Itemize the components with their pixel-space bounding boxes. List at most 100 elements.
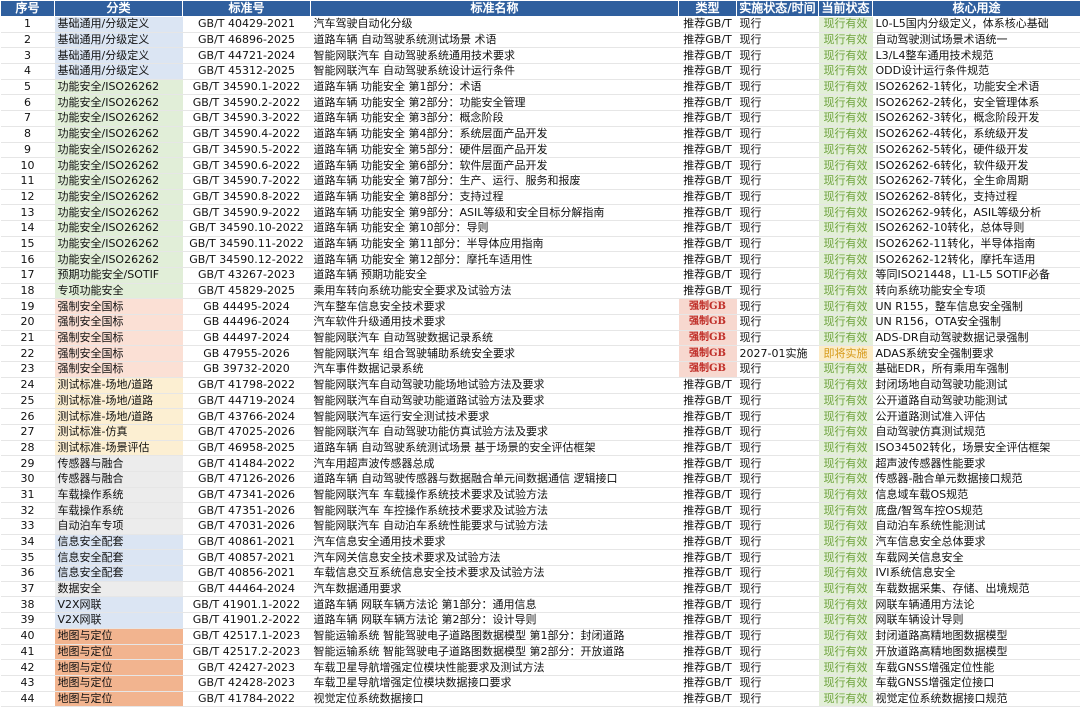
type-cell: 推荐GB/T	[679, 628, 737, 644]
table-row[interactable]: 40地图与定位GB/T 42517.1-2023智能运输系统 智能驾驶电子道路图…	[1, 628, 1080, 644]
table-row[interactable]: 17预期功能安全/SOTIFGB/T 43267-2023道路车辆 预期功能安全…	[1, 268, 1080, 284]
implementation-cell: 现行	[737, 330, 819, 346]
standard-name-cell: 智能网联汽车 车控操作系统技术要求及试验方法	[311, 503, 679, 519]
status-cell: 现行有效	[819, 142, 873, 158]
table-row[interactable]: 21强制安全国标GB 44497-2024智能网联汽车 自动驾驶数据记录系统强制…	[1, 330, 1080, 346]
header-status[interactable]: 当前状态	[819, 1, 873, 17]
row-number-cell: 31	[1, 487, 55, 503]
table-row[interactable]: 14功能安全/ISO26262GB/T 34590.10-2022道路车辆 功能…	[1, 220, 1080, 236]
standard-code-cell: GB 44496-2024	[183, 315, 311, 331]
standard-code-cell: GB/T 42428-2023	[183, 675, 311, 691]
core-use-cell: 汽车信息安全总体要求	[873, 534, 1080, 550]
table-row[interactable]: 2基础通用/分级定义GB/T 46896-2025道路车辆 自动驾驶系统测试场景…	[1, 32, 1080, 48]
standard-name-cell: 道路车辆 功能安全 第6部分：软件层面产品开发	[311, 158, 679, 174]
table-row[interactable]: 41地图与定位GB/T 42517.2-2023智能运输系统 智能驾驶电子道路图…	[1, 644, 1080, 660]
type-cell: 推荐GB/T	[679, 534, 737, 550]
table-row[interactable]: 38V2X网联GB/T 41901.1-2022道路车辆 网联车辆方法论 第1部…	[1, 597, 1080, 613]
header-type[interactable]: 类型	[679, 1, 737, 17]
type-cell: 强制GB	[679, 362, 737, 378]
table-row[interactable]: 18专项功能安全GB/T 45829-2025乘用车转向系统功能安全要求及试验方…	[1, 283, 1080, 299]
status-cell: 现行有效	[819, 660, 873, 676]
header-category[interactable]: 分类	[55, 1, 183, 17]
table-row[interactable]: 15功能安全/ISO26262GB/T 34590.11-2022道路车辆 功能…	[1, 236, 1080, 252]
table-row[interactable]: 4基础通用/分级定义GB/T 45312-2025智能网联汽车 自动驾驶系统设计…	[1, 64, 1080, 80]
table-row[interactable]: 8功能安全/ISO26262GB/T 34590.4-2022道路车辆 功能安全…	[1, 126, 1080, 142]
table-row[interactable]: 24测试标准-场地/道路GB/T 41798-2022智能网联汽车自动驾驶功能场…	[1, 377, 1080, 393]
table-row[interactable]: 10功能安全/ISO26262GB/T 34590.6-2022道路车辆 功能安…	[1, 158, 1080, 174]
table-row[interactable]: 25测试标准-场地/道路GB/T 44719-2024智能网联汽车自动驾驶功能道…	[1, 393, 1080, 409]
core-use-cell: 自动驾驶测试场景术语统一	[873, 32, 1080, 48]
row-number-cell: 20	[1, 315, 55, 331]
category-cell: 信息安全配套	[55, 534, 183, 550]
table-row[interactable]: 22强制安全国标GB 47955-2026智能网联汽车 组合驾驶辅助系统安全要求…	[1, 346, 1080, 362]
category-cell: 基础通用/分级定义	[55, 48, 183, 64]
status-cell: 现行有效	[819, 252, 873, 268]
standard-code-cell: GB 39732-2020	[183, 362, 311, 378]
row-number-cell: 32	[1, 503, 55, 519]
table-row[interactable]: 44地图与定位GB/T 41784-2022视觉定位系统数据接口推荐GB/T现行…	[1, 691, 1080, 707]
implementation-cell: 现行	[737, 675, 819, 691]
standard-name-cell: 智能网联汽车 自动泊车系统性能要求与试验方法	[311, 519, 679, 535]
table-row[interactable]: 42地图与定位GB/T 42427-2023车载卫星导航增强定位模块性能要求及测…	[1, 660, 1080, 676]
table-row[interactable]: 29传感器与融合GB/T 41484-2022汽车用超声波传感器总成推荐GB/T…	[1, 456, 1080, 472]
table-row[interactable]: 30传感器与融合GB/T 47126-2026道路车辆 自动驾驶传感器与数据融合…	[1, 471, 1080, 487]
category-cell: 测试标准-场地/道路	[55, 377, 183, 393]
type-cell: 推荐GB/T	[679, 32, 737, 48]
table-row[interactable]: 31车载操作系统GB/T 47341-2026智能网联汽车 车载操作系统技术要求…	[1, 487, 1080, 503]
core-use-cell: IVI系统信息安全	[873, 566, 1080, 582]
type-cell: 强制GB	[679, 315, 737, 331]
table-row[interactable]: 1基础通用/分级定义GB/T 40429-2021汽车驾驶自动化分级推荐GB/T…	[1, 17, 1080, 33]
table-row[interactable]: 26测试标准-场地/道路GB/T 43766-2024智能网联汽车运行安全测试技…	[1, 409, 1080, 425]
status-cell: 现行有效	[819, 111, 873, 127]
implementation-cell: 现行	[737, 393, 819, 409]
implementation-cell: 现行	[737, 252, 819, 268]
status-cell: 现行有效	[819, 377, 873, 393]
table-row[interactable]: 34信息安全配套GB/T 40861-2021汽车信息安全通用技术要求推荐GB/…	[1, 534, 1080, 550]
table-row[interactable]: 12功能安全/ISO26262GB/T 34590.8-2022道路车辆 功能安…	[1, 189, 1080, 205]
core-use-cell: 超声波传感器性能要求	[873, 456, 1080, 472]
standard-code-cell: GB/T 34590.8-2022	[183, 189, 311, 205]
category-cell: 功能安全/ISO26262	[55, 111, 183, 127]
row-number-cell: 14	[1, 220, 55, 236]
table-row[interactable]: 27测试标准-仿真GB/T 47025-2026智能网联汽车 自动驾驶功能仿真试…	[1, 424, 1080, 440]
row-number-cell: 25	[1, 393, 55, 409]
table-row[interactable]: 28测试标准-场景评估GB/T 46958-2025道路车辆 自动驾驶系统测试场…	[1, 440, 1080, 456]
standard-name-cell: 道路车辆 功能安全 第5部分：硬件层面产品开发	[311, 142, 679, 158]
table-row[interactable]: 6功能安全/ISO26262GB/T 34590.2-2022道路车辆 功能安全…	[1, 95, 1080, 111]
table-row[interactable]: 32车载操作系统GB/T 47351-2026智能网联汽车 车控操作系统技术要求…	[1, 503, 1080, 519]
row-number-cell: 18	[1, 283, 55, 299]
category-cell: V2X网联	[55, 597, 183, 613]
table-row[interactable]: 37数据安全GB/T 44464-2024汽车数据通用要求推荐GB/T现行现行有…	[1, 581, 1080, 597]
table-row[interactable]: 7功能安全/ISO26262GB/T 34590.3-2022道路车辆 功能安全…	[1, 111, 1080, 127]
status-cell: 现行有效	[819, 456, 873, 472]
table-row[interactable]: 23强制安全国标GB 39732-2020汽车事件数据记录系统强制GB现行现行有…	[1, 362, 1080, 378]
table-row[interactable]: 5功能安全/ISO26262GB/T 34590.1-2022道路车辆 功能安全…	[1, 79, 1080, 95]
table-row[interactable]: 3基础通用/分级定义GB/T 44721-2024智能网联汽车 自动驾驶系统通用…	[1, 48, 1080, 64]
standard-code-cell: GB/T 41901.1-2022	[183, 597, 311, 613]
header-code[interactable]: 标准号	[183, 1, 311, 17]
status-cell: 现行有效	[819, 613, 873, 629]
table-row[interactable]: 19强制安全国标GB 44495-2024汽车整车信息安全技术要求强制GB现行现…	[1, 299, 1080, 315]
table-row[interactable]: 36信息安全配套GB/T 40856-2021车载信息交互系统信息安全技术要求及…	[1, 566, 1080, 582]
header-no[interactable]: 序号	[1, 1, 55, 17]
table-row[interactable]: 20强制安全国标GB 44496-2024汽车软件升级通用技术要求强制GB现行现…	[1, 315, 1080, 331]
core-use-cell: L0-L5国内分级定义，体系核心基础	[873, 17, 1080, 33]
core-use-cell: ISO26262-7转化，全生命周期	[873, 173, 1080, 189]
table-row[interactable]: 13功能安全/ISO26262GB/T 34590.9-2022道路车辆 功能安…	[1, 205, 1080, 221]
table-row[interactable]: 33自动泊车专项GB/T 47031-2026智能网联汽车 自动泊车系统性能要求…	[1, 519, 1080, 535]
status-cell: 现行有效	[819, 158, 873, 174]
table-row[interactable]: 43地图与定位GB/T 42428-2023车载卫星导航增强定位模块数据接口要求…	[1, 675, 1080, 691]
implementation-cell: 现行	[737, 236, 819, 252]
table-row[interactable]: 11功能安全/ISO26262GB/T 34590.7-2022道路车辆 功能安…	[1, 173, 1080, 189]
type-cell: 推荐GB/T	[679, 268, 737, 284]
header-use[interactable]: 核心用途	[873, 1, 1080, 17]
header-impl[interactable]: 实施状态/时间	[737, 1, 819, 17]
table-row[interactable]: 16功能安全/ISO26262GB/T 34590.12-2022道路车辆 功能…	[1, 252, 1080, 268]
table-row[interactable]: 39V2X网联GB/T 41901.2-2022道路车辆 网联车辆方法论 第2部…	[1, 613, 1080, 629]
header-name[interactable]: 标准名称	[311, 1, 679, 17]
table-row[interactable]: 35信息安全配套GB/T 40857-2021汽车网关信息安全技术要求及试验方法…	[1, 550, 1080, 566]
implementation-cell: 现行	[737, 377, 819, 393]
implementation-cell: 现行	[737, 471, 819, 487]
table-row[interactable]: 9功能安全/ISO26262GB/T 34590.5-2022道路车辆 功能安全…	[1, 142, 1080, 158]
row-number-cell: 13	[1, 205, 55, 221]
